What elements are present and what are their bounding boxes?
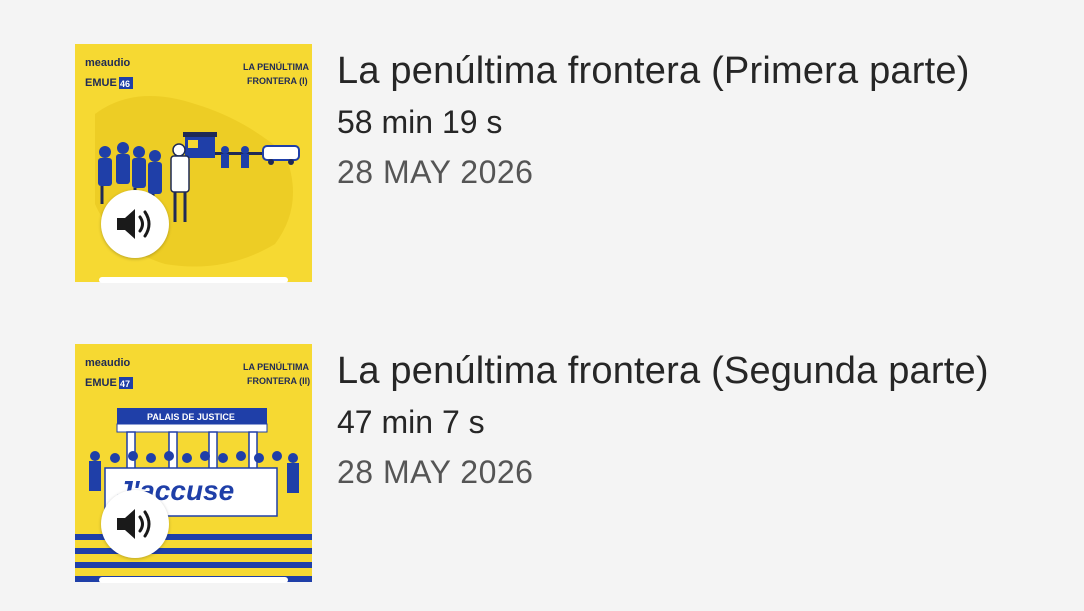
caption-line2: FRONTERA (II) [247,376,310,386]
speaker-icon [117,509,151,539]
caption-line2: FRONTERA (I) [247,76,308,86]
caption-line1: LA PENÚLTIMA [243,61,309,72]
brand-label: meaudio [85,57,131,69]
building-sign: PALAIS DE JUSTICE [147,412,235,422]
episode-number: 47 [120,379,130,389]
episode-number: 46 [120,79,130,89]
episode-item[interactable]: meaudio EMUE 47 LA PENÚLTIMA FRONTERA (I… [0,344,1084,594]
series-label: EMUE [85,377,117,389]
episode-date: 28 MAY 2026 [337,154,534,190]
episode-duration: 58 min 19 s [337,104,503,140]
play-button[interactable] [101,190,169,258]
caption-line1: LA PENÚLTIMA [243,361,309,372]
episode-title[interactable]: La penúltima frontera (Primera parte) [337,50,970,93]
brand-label: meaudio [85,357,131,369]
progress-bar [99,577,288,583]
episode-list: meaudio EMUE 46 LA PENÚLTIMA FRONTERA (I… [0,0,1084,611]
series-label: EMUE [85,77,117,89]
episode-date: 28 MAY 2026 [337,454,534,490]
episode-item[interactable]: meaudio EMUE 46 LA PENÚLTIMA FRONTERA (I… [0,44,1084,294]
progress-bar [99,277,288,283]
play-button[interactable] [101,490,169,558]
episode-duration: 47 min 7 s [337,404,485,440]
speaker-icon [117,209,151,239]
episode-title[interactable]: La penúltima frontera (Segunda parte) [337,350,989,393]
